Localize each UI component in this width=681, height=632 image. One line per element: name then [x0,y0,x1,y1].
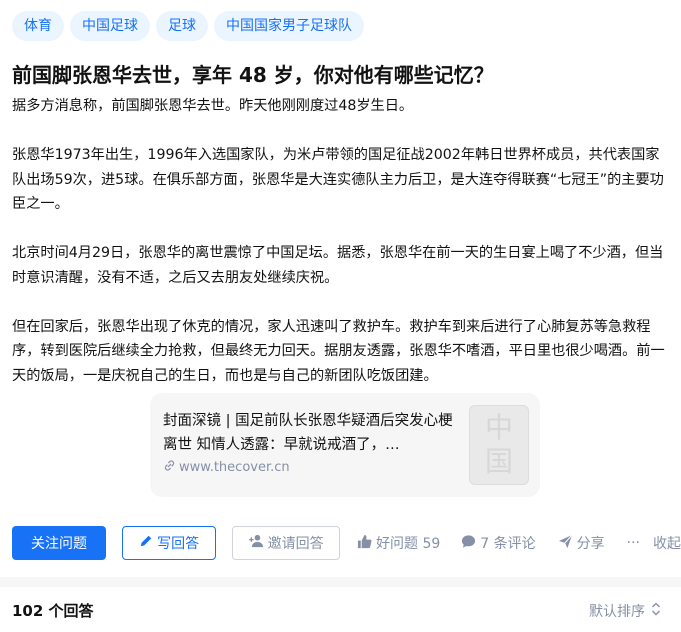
share-button[interactable]: 分享 [558,533,605,553]
answers-count: 102 个回答 [12,602,94,620]
topic-tag-national-team[interactable]: 中国国家男子足球队 [214,11,364,41]
thumbs-up-icon [357,534,372,553]
sort-arrows-icon [651,602,661,620]
collapse-button[interactable]: 收起 [653,533,681,553]
link-icon [163,459,176,476]
detail-paragraph: 张恩华1973年出生，1996年入选国家队，为米卢带领的国足征战2002年韩日世… [12,147,664,212]
question-title: 前国脚张恩华去世，享年 48 岁，你对他有哪些记忆？ [12,63,494,87]
link-url-text: www.thecover.cn [179,460,290,475]
comments-label: 7 条评论 [480,536,536,552]
question-detail: 据多方消息称，前国脚张恩华去世。昨天他刚刚度过48岁生日。 张恩华1973年出生… [12,94,672,413]
more-button[interactable]: ··· [627,535,640,551]
pencil-icon [139,534,153,552]
more-icon: ··· [626,535,640,551]
write-answer-label: 写回答 [157,536,200,552]
good-question-button[interactable]: 好问题 59 [357,533,440,553]
invite-answer-label: 邀请回答 [267,536,324,552]
write-answer-button[interactable]: 写回答 [122,526,217,560]
collapse-label: 收起 [653,536,681,552]
link-card[interactable]: 封面深镜 | 国足前队长张恩华疑酒后突发心梗离世 知情人透露：早就说戒酒了，… … [150,393,540,497]
thumb-char: 国 [484,445,513,478]
topic-tags: 体育 中国足球 足球 中国国家男子足球队 [12,11,364,41]
comment-icon [461,534,476,553]
thumb-char: 中 [484,411,513,444]
add-user-icon [248,534,264,552]
invite-answer-button[interactable]: 邀请回答 [232,526,341,560]
topic-tag-sports[interactable]: 体育 [12,11,64,41]
comments-button[interactable]: 7 条评论 [461,533,536,553]
question-actions: 关注问题 写回答 邀请回答 好问题 59 7 条评论 分享 ··· 收起 [12,526,681,560]
share-label: 分享 [576,536,605,552]
topic-tag-football[interactable]: 足球 [156,11,208,41]
section-divider [0,577,681,587]
sort-dropdown[interactable]: 默认排序 [589,601,661,621]
detail-paragraph: 北京时间4月29日，张恩华的离世震惊了中国足坛。据悉，张恩华在前一天的生日宴上喝… [12,245,664,286]
follow-question-button[interactable]: 关注问题 [12,526,107,560]
link-card-thumbnail: 中 国 [469,405,529,485]
share-icon [558,534,573,553]
detail-paragraph: 据多方消息称，前国脚张恩华去世。昨天他刚刚度过48岁生日。 [12,98,414,114]
good-question-label: 好问题 59 [376,536,441,552]
detail-paragraph: 但在回家后，张恩华出现了休克的情况，家人迅速叫了救护车。救护车到来后进行了心肺复… [12,318,665,384]
topic-tag-china-football[interactable]: 中国足球 [70,11,150,41]
link-card-url: www.thecover.cn [163,459,290,476]
sort-label: 默认排序 [589,604,645,620]
link-card-title: 封面深镜 | 国足前队长张恩华疑酒后突发心梗离世 知情人透露：早就说戒酒了，… [163,413,453,453]
